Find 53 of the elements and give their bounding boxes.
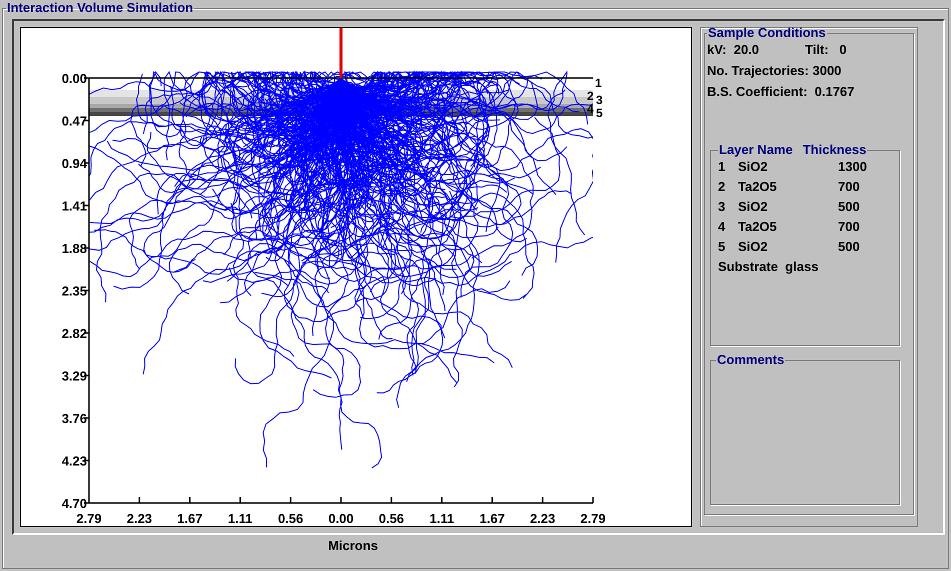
layer-number: 5 xyxy=(718,238,726,256)
layer-marker: 3 xyxy=(596,93,603,107)
section-title: Sample Conditions xyxy=(707,25,827,41)
beam-line xyxy=(340,28,342,78)
section-title: Comments xyxy=(716,352,786,368)
coefficient-label: B.S. Coefficient: 0.1767 xyxy=(707,83,856,101)
tick-label: 1.11 xyxy=(228,511,252,526)
tilt-label: Tilt: 0 xyxy=(805,41,847,59)
tick-label: 2.23 xyxy=(530,511,556,526)
tick-label: 2.23 xyxy=(126,511,152,526)
kv-label: kV: 20.0 xyxy=(707,41,760,59)
tick-label: 2.82 xyxy=(62,326,87,341)
tick-label: 0.00 xyxy=(62,71,87,86)
tick-label: 0.56 xyxy=(278,511,304,526)
tick-label: 3.76 xyxy=(62,411,87,426)
layer-marker: 1 xyxy=(595,76,602,90)
layer-thickness: 1300 xyxy=(838,158,867,176)
layer-thickness: 700 xyxy=(838,218,860,236)
layer-marker: 2 xyxy=(587,89,594,103)
tick-label: 2.79 xyxy=(580,511,606,526)
column-heading: Layer Name xyxy=(719,142,793,158)
layer-thickness: 500 xyxy=(838,198,860,216)
tick-label: 1.41 xyxy=(62,198,87,214)
tick-label: 1.11 xyxy=(430,511,454,526)
tick-label: 1.67 xyxy=(480,511,505,526)
window-title: Interaction Volume Simulation xyxy=(6,0,194,16)
tick-label: 1.88 xyxy=(62,241,87,256)
tick-label: 2.79 xyxy=(76,511,102,526)
layer-name: Ta2O5 xyxy=(738,178,778,196)
layer-number: 2 xyxy=(718,178,726,196)
layer-number: 3 xyxy=(718,198,726,216)
layer-thickness: 700 xyxy=(838,178,860,196)
layer-name: Ta2O5 xyxy=(738,218,778,236)
axis-title: Microns xyxy=(328,538,378,554)
layer-name: SiO2 xyxy=(738,198,769,216)
tick-label: 0.94 xyxy=(62,156,87,171)
layer-marker: 5 xyxy=(596,106,603,120)
tick-label: 0.56 xyxy=(378,511,404,526)
tick-label: 2.35 xyxy=(62,284,87,298)
tick-label: 3.29 xyxy=(62,368,87,384)
layer-number: 4 xyxy=(718,218,726,236)
trajectories-label: No. Trajectories: 3000 xyxy=(707,62,842,80)
column-heading: Thickness xyxy=(802,142,866,158)
tick-label: 4.23 xyxy=(62,454,87,468)
tick-label: 4.70 xyxy=(62,496,87,511)
substrate-label: Substrate glass xyxy=(718,258,820,276)
tick-label: 1.67 xyxy=(177,511,202,526)
tick-label: 0.00 xyxy=(328,511,354,526)
tick-label: 0.47 xyxy=(62,114,87,128)
layer-thickness: 500 xyxy=(838,238,860,256)
layer-number: 1 xyxy=(718,158,726,176)
layer-name: SiO2 xyxy=(738,238,769,256)
layer-name: SiO2 xyxy=(738,158,769,176)
